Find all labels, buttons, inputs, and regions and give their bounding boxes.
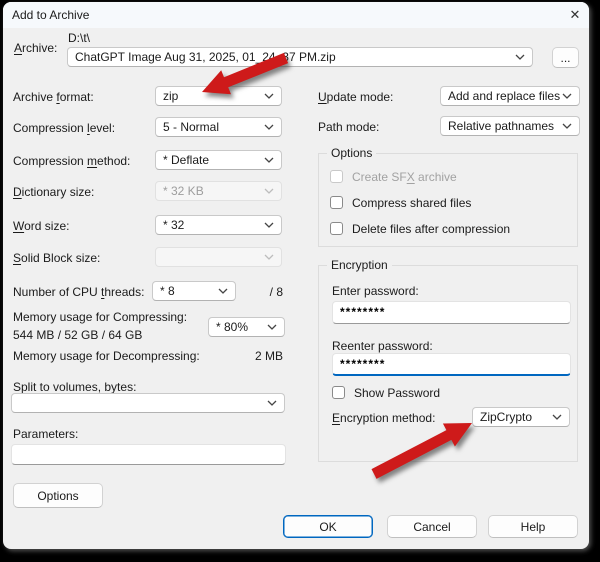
chevron-down-icon xyxy=(552,414,562,420)
parameters-input[interactable] xyxy=(11,444,286,465)
chevron-down-icon xyxy=(562,93,572,99)
archive-name-value: ChatGPT Image Aug 31, 2025, 01_24_37 PM.… xyxy=(75,50,515,64)
compression-method-select[interactable]: * Deflate xyxy=(155,150,282,170)
reenter-password-label: Reenter password: xyxy=(332,338,433,354)
word-size-label: Word size: xyxy=(13,218,69,234)
chevron-down-icon xyxy=(264,254,274,260)
compression-level-label: Compression level: xyxy=(13,120,115,136)
solid-block-size-label: Solid Block size: xyxy=(13,250,100,266)
parameters-label: Parameters: xyxy=(13,426,78,442)
compression-method-label: Compression method: xyxy=(13,153,130,169)
compression-level-select[interactable]: 5 - Normal xyxy=(155,117,282,137)
memory-compressing-label: Memory usage for Compressing: xyxy=(13,309,187,325)
title-bar[interactable]: Add to Archive ✕ xyxy=(3,2,589,28)
enter-password-field[interactable]: ******** xyxy=(332,301,571,324)
cancel-button[interactable]: Cancel xyxy=(387,515,477,538)
memory-decompressing-label: Memory usage for Decompressing: xyxy=(13,348,200,364)
split-volumes-select[interactable] xyxy=(11,393,285,413)
archive-label: Archive: xyxy=(14,40,57,56)
browse-button[interactable]: ... xyxy=(552,47,579,68)
chevron-down-icon xyxy=(267,400,277,406)
chevron-down-icon xyxy=(562,123,572,129)
close-icon: ✕ xyxy=(570,7,581,23)
archive-name-select[interactable]: ChatGPT Image Aug 31, 2025, 01_24_37 PM.… xyxy=(67,47,533,67)
help-button[interactable]: Help xyxy=(488,515,578,538)
memory-decompressing-value: 2 MB xyxy=(193,348,283,364)
chevron-down-icon xyxy=(515,54,525,60)
add-to-archive-dialog: Add to Archive ✕ Archive: D:\t\ ChatGPT … xyxy=(3,2,589,549)
compress-shared-checkbox[interactable] xyxy=(330,196,343,209)
word-size-select[interactable]: * 32 xyxy=(155,215,282,235)
chevron-down-icon xyxy=(267,324,277,330)
delete-after-label: Delete files after compression xyxy=(352,221,510,237)
update-mode-label: Update mode: xyxy=(318,89,393,105)
window-title: Add to Archive xyxy=(12,8,89,22)
chevron-down-icon xyxy=(218,288,228,294)
show-password-checkbox[interactable] xyxy=(332,386,345,399)
solid-block-size-select xyxy=(155,247,282,267)
cpu-threads-max: / 8 xyxy=(243,284,283,300)
encryption-method-select[interactable]: ZipCrypto xyxy=(472,407,570,427)
delete-after-checkbox[interactable] xyxy=(330,222,343,235)
enter-password-label: Enter password: xyxy=(332,283,419,299)
chevron-down-icon xyxy=(264,93,274,99)
memory-compressing-select[interactable]: * 80% xyxy=(208,317,285,337)
cpu-threads-select[interactable]: * 8 xyxy=(152,281,236,301)
update-mode-select[interactable]: Add and replace files xyxy=(440,86,580,106)
cpu-threads-label: Number of CPU threads: xyxy=(13,284,144,300)
ok-button[interactable]: OK xyxy=(283,515,373,538)
screenshot-frame: Add to Archive ✕ Archive: D:\t\ ChatGPT … xyxy=(0,0,600,562)
archive-directory: D:\t\ xyxy=(68,30,90,46)
archive-format-select[interactable]: zip xyxy=(155,86,282,106)
dictionary-size-select: * 32 KB xyxy=(155,181,282,201)
chevron-down-icon xyxy=(264,124,274,130)
compress-shared-label: Compress shared files xyxy=(352,195,471,211)
encryption-method-label: Encryption method: xyxy=(332,410,435,426)
create-sfx-checkbox xyxy=(330,170,343,183)
chevron-down-icon xyxy=(264,222,274,228)
chevron-down-icon xyxy=(264,157,274,163)
close-button[interactable]: ✕ xyxy=(564,5,586,25)
reenter-password-field[interactable]: ******** xyxy=(332,353,571,376)
options-button[interactable]: Options xyxy=(13,483,103,508)
chevron-down-icon xyxy=(264,188,274,194)
create-sfx-label: Create SFX archive xyxy=(352,169,457,185)
path-mode-label: Path mode: xyxy=(318,119,379,135)
path-mode-select[interactable]: Relative pathnames xyxy=(440,116,580,136)
memory-compressing-detail: 544 MB / 52 GB / 64 GB xyxy=(13,327,142,343)
encryption-group-title: Encryption xyxy=(327,258,392,272)
options-group-title: Options xyxy=(327,146,376,160)
dictionary-size-label: Dictionary size: xyxy=(13,184,94,200)
show-password-label: Show Password xyxy=(354,385,440,401)
archive-format-label: Archive format: xyxy=(13,89,94,105)
